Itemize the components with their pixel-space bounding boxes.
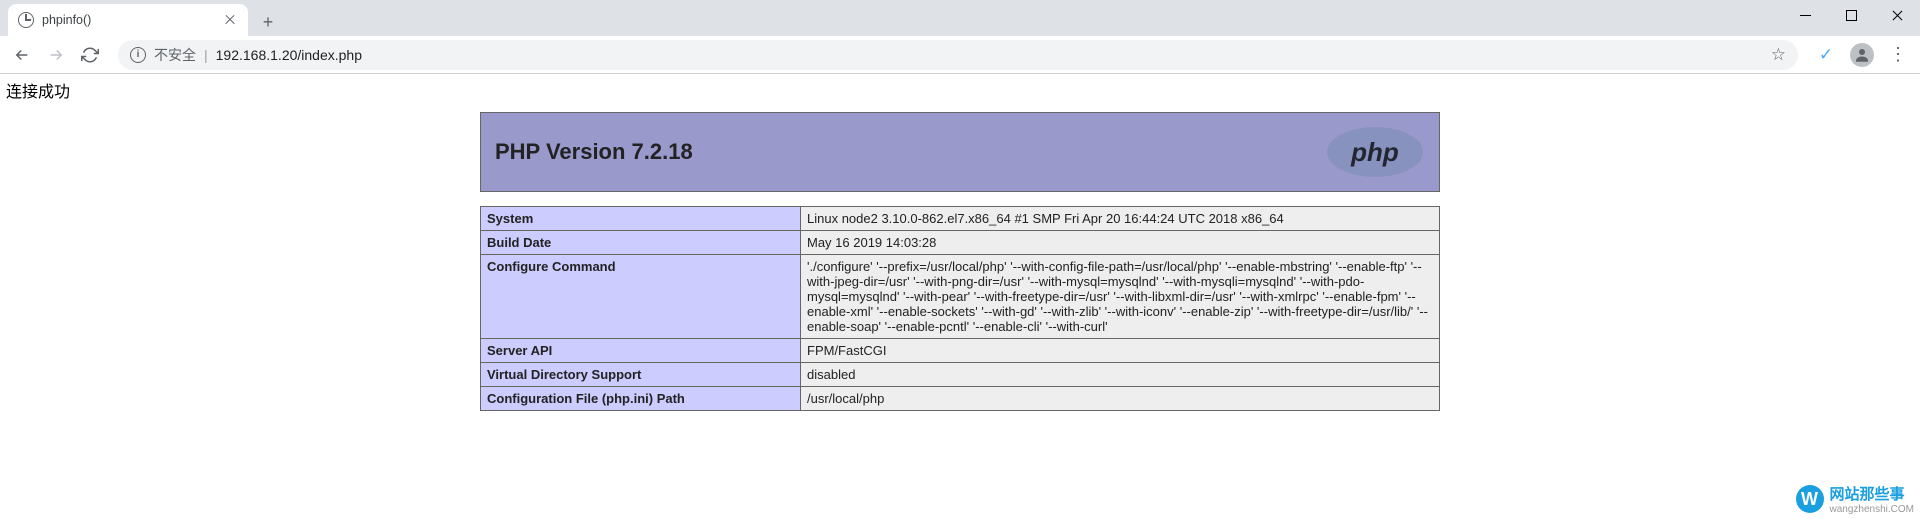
info-key: Virtual Directory Support — [481, 363, 801, 387]
phpinfo-container: PHP Version 7.2.18 php SystemLinux node2… — [480, 112, 1440, 411]
info-value: /usr/local/php — [801, 387, 1440, 411]
globe-icon — [18, 12, 34, 28]
info-value: './configure' '--prefix=/usr/local/php' … — [801, 255, 1440, 339]
info-icon[interactable]: i — [130, 47, 146, 63]
reload-button[interactable] — [76, 41, 104, 69]
info-key: System — [481, 207, 801, 231]
browser-toolbar: i 不安全 | 192.168.1.20/index.php ☆ ✓ ⋮ — [0, 36, 1920, 74]
table-row: Configure Command'./configure' '--prefix… — [481, 255, 1440, 339]
address-bar[interactable]: i 不安全 | 192.168.1.20/index.php ☆ — [118, 40, 1798, 70]
info-value: May 16 2019 14:03:28 — [801, 231, 1440, 255]
connection-message: 连接成功 — [0, 74, 1920, 112]
info-key: Build Date — [481, 231, 801, 255]
phpinfo-header: PHP Version 7.2.18 php — [480, 112, 1440, 192]
table-row: Configuration File (php.ini) Path/usr/lo… — [481, 387, 1440, 411]
profile-avatar[interactable] — [1850, 43, 1874, 67]
info-value: Linux node2 3.10.0-862.el7.x86_64 #1 SMP… — [801, 207, 1440, 231]
info-key: Configuration File (php.ini) Path — [481, 387, 801, 411]
security-label: 不安全 — [154, 45, 196, 65]
info-key: Configure Command — [481, 255, 801, 339]
svg-text:php: php — [1350, 137, 1399, 167]
forward-button[interactable] — [42, 41, 70, 69]
php-logo: php — [1325, 125, 1425, 179]
watermark-line2: wangzhenshi.COM — [1830, 504, 1914, 515]
kebab-menu-icon[interactable]: ⋮ — [1884, 41, 1912, 69]
page-viewport[interactable]: 连接成功 PHP Version 7.2.18 php SystemLinux … — [0, 74, 1920, 519]
extension-icon[interactable]: ✓ — [1812, 41, 1840, 69]
window-controls — [1782, 0, 1920, 30]
separator: | — [204, 47, 208, 63]
table-row: SystemLinux node2 3.10.0-862.el7.x86_64 … — [481, 207, 1440, 231]
window-close-button[interactable] — [1874, 0, 1920, 30]
watermark-line1: 网站那些事 — [1830, 483, 1914, 504]
tab-title: phpinfo() — [42, 13, 214, 27]
phpinfo-table: SystemLinux node2 3.10.0-862.el7.x86_64 … — [480, 206, 1440, 411]
watermark-badge: W — [1796, 485, 1824, 513]
bookmark-star-icon[interactable]: ☆ — [1771, 45, 1786, 65]
info-value: FPM/FastCGI — [801, 339, 1440, 363]
browser-tab-active[interactable]: phpinfo() — [8, 4, 248, 36]
new-tab-button[interactable]: + — [254, 8, 282, 36]
back-button[interactable] — [8, 41, 36, 69]
info-key: Server API — [481, 339, 801, 363]
url-text: 192.168.1.20/index.php — [216, 47, 362, 63]
window-minimize-button[interactable] — [1782, 0, 1828, 30]
watermark: W 网站那些事 wangzhenshi.COM — [1796, 483, 1914, 515]
table-row: Build DateMay 16 2019 14:03:28 — [481, 231, 1440, 255]
php-version-title: PHP Version 7.2.18 — [495, 139, 693, 165]
browser-tabstrip: phpinfo() + — [0, 0, 1920, 36]
info-value: disabled — [801, 363, 1440, 387]
table-row: Server APIFPM/FastCGI — [481, 339, 1440, 363]
window-maximize-button[interactable] — [1828, 0, 1874, 30]
table-row: Virtual Directory Supportdisabled — [481, 363, 1440, 387]
close-tab-icon[interactable] — [222, 12, 238, 28]
